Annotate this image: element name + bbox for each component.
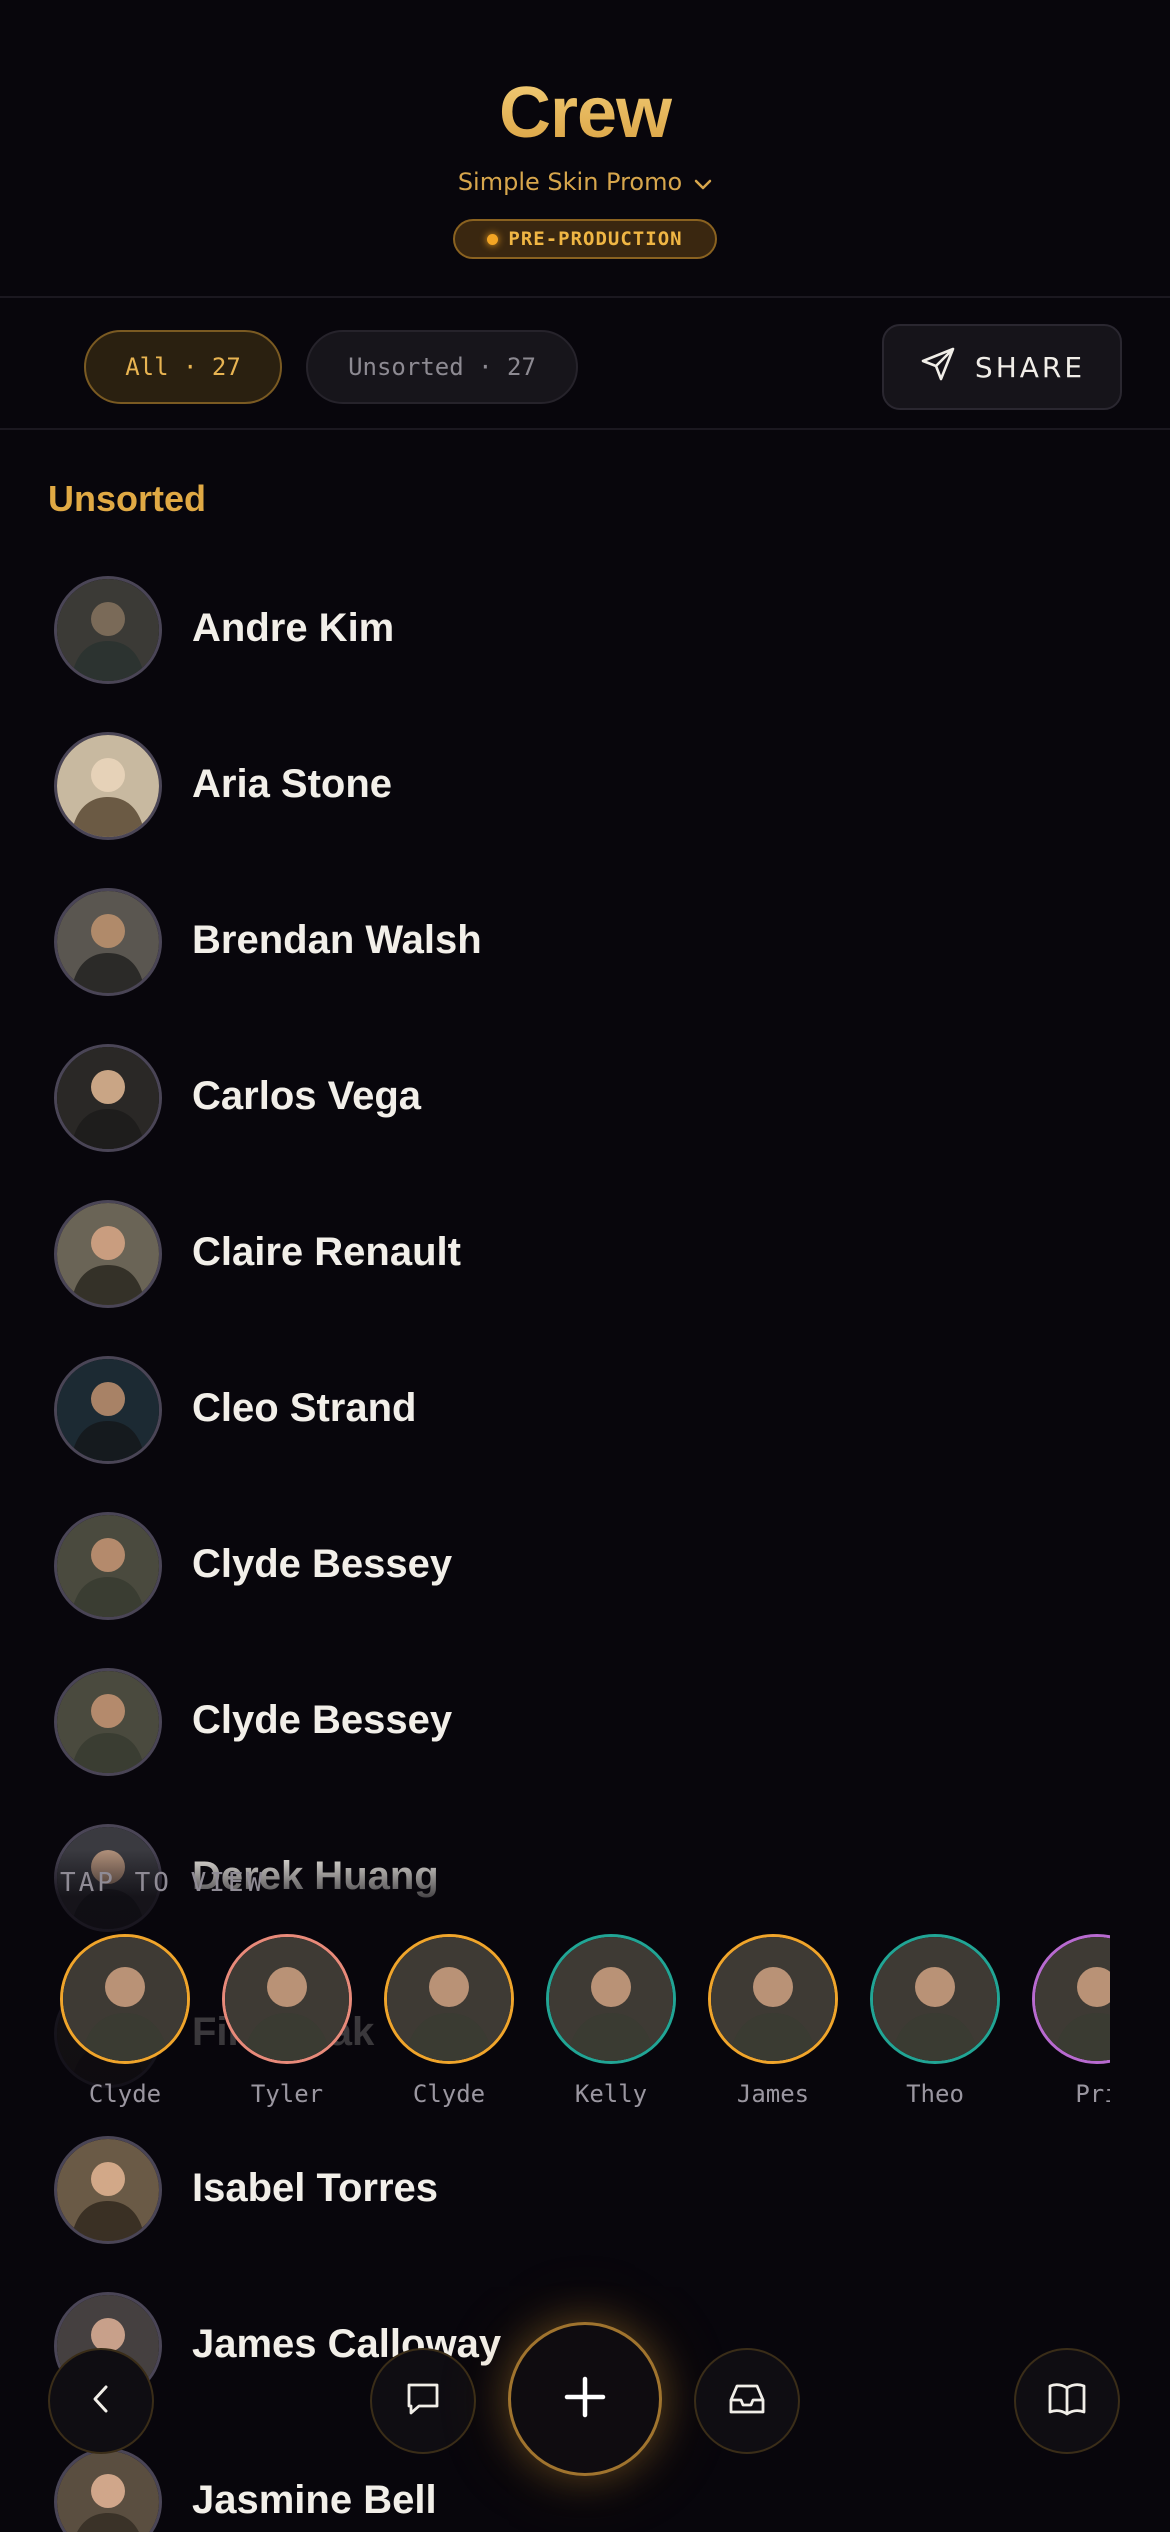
crew-name: Isabel Torres: [192, 2166, 439, 2210]
avatar: [54, 1356, 162, 1464]
crew-row[interactable]: Cleo Strand: [0, 1334, 1170, 1490]
recent-avatar: [708, 1934, 838, 2064]
back-button[interactable]: [48, 2348, 154, 2454]
crew-row[interactable]: Andre Kim: [0, 554, 1170, 710]
crew-name: Carlos Vega: [192, 1074, 422, 1118]
crew-row[interactable]: Clyde Bessey: [0, 1490, 1170, 1646]
recent-avatar: [60, 1934, 190, 2064]
recent-crew-strip[interactable]: Clyde Tyler Clyde Kelly James Theo Pri: [58, 1934, 1110, 2114]
avatar: [54, 2136, 162, 2244]
plus-icon: [561, 2373, 609, 2426]
page-title: Crew: [0, 72, 1170, 154]
crew-name: Jasmine Bell: [192, 2478, 437, 2522]
avatar: [54, 1512, 162, 1620]
crew-name: Brendan Walsh: [192, 918, 482, 962]
filter-bar: All · 27 Unsorted · 27 SHARE: [0, 300, 1170, 430]
avatar: [54, 888, 162, 996]
recent-crew-item[interactable]: Clyde: [382, 1934, 516, 2114]
avatar: [54, 1200, 162, 1308]
status-dot: [487, 233, 499, 245]
recent-crew-name: Theo: [906, 2080, 964, 2108]
crew-name: Aria Stone: [192, 762, 393, 806]
crew-row[interactable]: Brendan Walsh: [0, 866, 1170, 1022]
avatar: [54, 2448, 162, 2532]
share-button[interactable]: SHARE: [882, 324, 1122, 410]
status-label: PRE-PRODUCTION: [508, 228, 683, 250]
crew-name: Clyde Bessey: [192, 1542, 453, 1586]
recent-crew-item[interactable]: James: [706, 1934, 840, 2114]
avatar: [54, 732, 162, 840]
recent-crew-item[interactable]: Clyde: [58, 1934, 192, 2114]
send-icon: [919, 345, 957, 390]
filter-chip-all[interactable]: All · 27: [84, 330, 282, 404]
recent-avatar: [222, 1934, 352, 2064]
crew-row[interactable]: Carlos Vega: [0, 1022, 1170, 1178]
add-crew-button[interactable]: [508, 2322, 662, 2476]
recent-avatar: [870, 1934, 1000, 2064]
book-icon: [1046, 2380, 1088, 2423]
recent-crew-item[interactable]: Theo: [868, 1934, 1002, 2114]
crew-name: Clyde Bessey: [192, 1698, 453, 1742]
recent-crew-name: Tyler: [250, 2080, 324, 2108]
avatar: [54, 1044, 162, 1152]
avatar: [54, 576, 162, 684]
filter-chip-unsorted[interactable]: Unsorted · 27: [306, 330, 578, 404]
avatar: [54, 1668, 162, 1776]
recent-crew-name: Kelly: [574, 2080, 648, 2108]
crew-name: Andre Kim: [192, 606, 395, 650]
inbox-icon: [726, 2380, 768, 2423]
guide-button[interactable]: [1014, 2348, 1120, 2454]
recent-avatar: [546, 1934, 676, 2064]
tap-to-view-hint: TAP TO VIEW: [60, 1868, 266, 1898]
crew-row[interactable]: Claire Renault: [0, 1178, 1170, 1334]
project-selector[interactable]: Simple Skin Promo: [0, 168, 1170, 197]
crew-row[interactable]: Clyde Bessey: [0, 1646, 1170, 1802]
header: Crew Simple Skin Promo PRE-PRODUCTION: [0, 0, 1170, 298]
chevron-left-icon: [86, 2382, 116, 2421]
crew-name: Cleo Strand: [192, 1386, 417, 1430]
recent-crew-name: James: [736, 2080, 810, 2108]
project-name: Simple Skin Promo: [457, 168, 683, 196]
recent-avatar: [1032, 1934, 1110, 2064]
chat-icon: [403, 2379, 443, 2424]
recent-crew-name: Pri: [1075, 2080, 1110, 2108]
inbox-button[interactable]: [694, 2348, 800, 2454]
recent-crew-item[interactable]: Pri: [1030, 1934, 1110, 2114]
chevron-down-icon: [694, 169, 712, 197]
crew-row[interactable]: Isabel Torres: [0, 2114, 1170, 2270]
recent-avatar: [384, 1934, 514, 2064]
section-label: Unsorted: [48, 478, 207, 519]
recent-crew-item[interactable]: Kelly: [544, 1934, 678, 2114]
share-label: SHARE: [974, 350, 1086, 384]
crew-screen: Crew Simple Skin Promo PRE-PRODUCTION Al…: [0, 0, 1170, 2532]
recent-crew-name: Clyde: [412, 2080, 486, 2108]
crew-name: Claire Renault: [192, 1230, 461, 1274]
recent-crew-item[interactable]: Tyler: [220, 1934, 354, 2114]
messages-button[interactable]: [370, 2348, 476, 2454]
crew-row[interactable]: Aria Stone: [0, 710, 1170, 866]
status-badge: PRE-PRODUCTION: [453, 219, 717, 259]
recent-crew-name: Clyde: [88, 2080, 162, 2108]
